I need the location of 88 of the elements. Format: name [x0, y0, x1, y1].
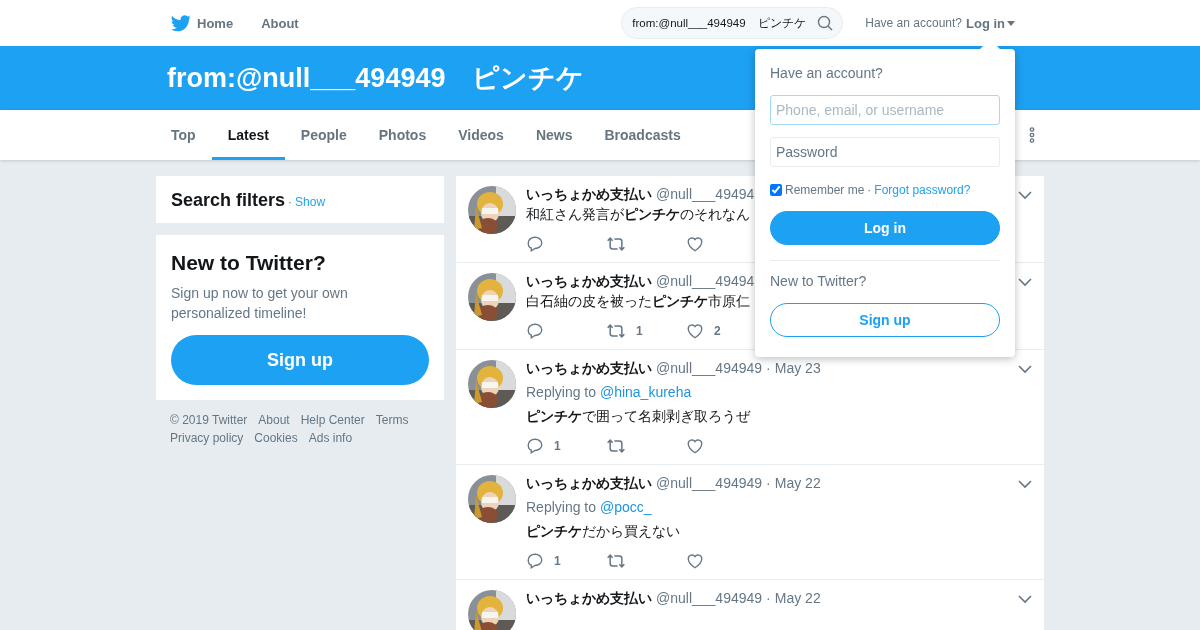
- remember-label: Remember me: [785, 183, 865, 197]
- author-handle[interactable]: @null___49494: [656, 273, 755, 289]
- separator-dot: ·: [766, 360, 771, 376]
- author-name[interactable]: いっちょかめ支払い: [526, 590, 652, 608]
- author-name[interactable]: いっちょかめ支払い: [526, 475, 652, 493]
- mention-link[interactable]: @hina_kureha: [599, 384, 692, 400]
- tab[interactable]: Latest: [211, 110, 285, 160]
- signup-button[interactable]: Sign up: [770, 303, 1000, 337]
- caret-icon: [1007, 20, 1015, 26]
- footer-link[interactable]: About: [258, 412, 290, 428]
- footer-link[interactable]: Ads info: [308, 430, 353, 446]
- replying-to-text: Replying to @pocc_: [526, 499, 653, 515]
- nav-link[interactable]: About: [261, 15, 299, 31]
- nav-link[interactable]: Home: [171, 14, 234, 32]
- separator-dot: ·: [288, 195, 293, 209]
- tab[interactable]: News: [519, 110, 589, 160]
- reply-icon[interactable]: [526, 235, 544, 253]
- reply-icon[interactable]: [526, 552, 544, 570]
- chevron-down-icon[interactable]: [1018, 190, 1032, 200]
- search-field[interactable]: from:@null___494949 ピンチケ: [621, 7, 844, 39]
- tweet-text: 和紅さん発言がピンチケのそれなん: [526, 206, 750, 222]
- search-icon[interactable]: [817, 15, 834, 31]
- signup-title: New to Twitter?: [171, 251, 327, 275]
- retweet-icon[interactable]: [606, 437, 626, 455]
- username-field[interactable]: Phone, email, or username: [770, 95, 1000, 125]
- separator-dot: ·: [766, 475, 771, 491]
- mention-link[interactable]: @pocc_: [599, 499, 652, 515]
- tab[interactable]: Top: [155, 110, 212, 160]
- footer-link[interactable]: Privacy policy: [170, 430, 244, 446]
- author-handle[interactable]: @null___494949: [656, 590, 763, 606]
- bird-icon: [171, 14, 191, 32]
- tab[interactable]: Photos: [362, 110, 443, 160]
- separator-dot: ·: [867, 183, 872, 197]
- author-handle[interactable]: @null___494949: [656, 475, 763, 491]
- footer-link[interactable]: Terms: [375, 412, 409, 428]
- tweet-text: ピンチケだから買えない: [526, 523, 680, 539]
- author-name[interactable]: いっちょかめ支払い: [526, 273, 652, 291]
- login-link[interactable]: Log in: [966, 15, 1015, 31]
- heart-icon[interactable]: [686, 552, 704, 570]
- retweet-count: 1: [636, 324, 643, 338]
- forgot-password-link[interactable]: Forgot password?: [874, 183, 971, 197]
- more-icon[interactable]: [1029, 127, 1035, 143]
- heart-icon[interactable]: [686, 235, 704, 253]
- footer-link[interactable]: Help Center: [300, 412, 365, 428]
- login-button[interactable]: Log in: [770, 211, 1000, 245]
- tab[interactable]: People: [284, 110, 363, 160]
- show-filters-link[interactable]: Show: [295, 195, 326, 209]
- chevron-down-icon[interactable]: [1018, 594, 1032, 604]
- heart-icon[interactable]: [686, 322, 704, 340]
- heart-icon[interactable]: [686, 437, 704, 455]
- chevron-down-icon[interactable]: [1018, 364, 1032, 374]
- account-prompt: Have an account?: [865, 16, 962, 30]
- tweet-date[interactable]: May 22: [774, 475, 821, 491]
- chevron-down-icon[interactable]: [1018, 479, 1032, 489]
- tweet-card[interactable]: いっちょかめ支払い @null___494949 · May 23 Replying to @hina_kureha ピンチケで囲って名刺剥ぎ取ろうぜ 1: [456, 350, 1044, 465]
- retweet-icon[interactable]: [606, 235, 626, 253]
- tweet-card[interactable]: いっちょかめ支払い @null___494949 · May 22 Replying to @pocc_ ピンチケだから買えない 1: [456, 465, 1044, 580]
- search-filters-title: Search filters: [171, 190, 286, 210]
- like-count: 2: [714, 324, 721, 338]
- author-name[interactable]: いっちょかめ支払い: [526, 186, 652, 204]
- tweet-date[interactable]: May 23: [774, 360, 821, 376]
- author-handle[interactable]: @null___49494: [656, 186, 755, 202]
- retweet-icon[interactable]: [606, 552, 626, 570]
- search-title: from:@null___494949 ピンチケ: [167, 62, 585, 95]
- retweet-icon[interactable]: [606, 322, 626, 340]
- tab[interactable]: Broadcasts: [588, 110, 697, 160]
- footer-link[interactable]: Cookies: [254, 430, 298, 446]
- tab[interactable]: Videos: [442, 110, 520, 160]
- remember-checkbox[interactable]: [770, 184, 782, 196]
- replying-to-text: Replying to @hina_kureha: [526, 384, 693, 400]
- author-handle[interactable]: @null___494949: [656, 360, 763, 376]
- footer-link[interactable]: © 2019 Twitter: [170, 412, 248, 428]
- dropdown-title: Have an account?: [770, 65, 884, 81]
- new-to-twitter-text: New to Twitter?: [770, 273, 868, 289]
- reply-count: 1: [554, 439, 561, 453]
- signup-button[interactable]: Sign up: [171, 335, 429, 385]
- password-field[interactable]: Password: [770, 137, 1000, 167]
- reply-icon[interactable]: [526, 322, 544, 340]
- tweet-date[interactable]: May 22: [774, 590, 821, 606]
- tweet-card[interactable]: いっちょかめ支払い @null___494949 · May 22: [456, 580, 1044, 630]
- tweet-text: 白石紬の皮を被ったピンチケ市原仁: [526, 293, 750, 309]
- reply-count: 1: [554, 554, 561, 568]
- separator-dot: ·: [766, 590, 771, 606]
- tweet-text: ピンチケで囲って名刺剥ぎ取ろうぜ: [526, 408, 750, 424]
- chevron-down-icon[interactable]: [1018, 277, 1032, 287]
- signup-text: Sign up now to get your own personalized timeline!: [171, 284, 349, 323]
- author-name[interactable]: いっちょかめ支払い: [526, 360, 652, 378]
- reply-icon[interactable]: [526, 437, 544, 455]
